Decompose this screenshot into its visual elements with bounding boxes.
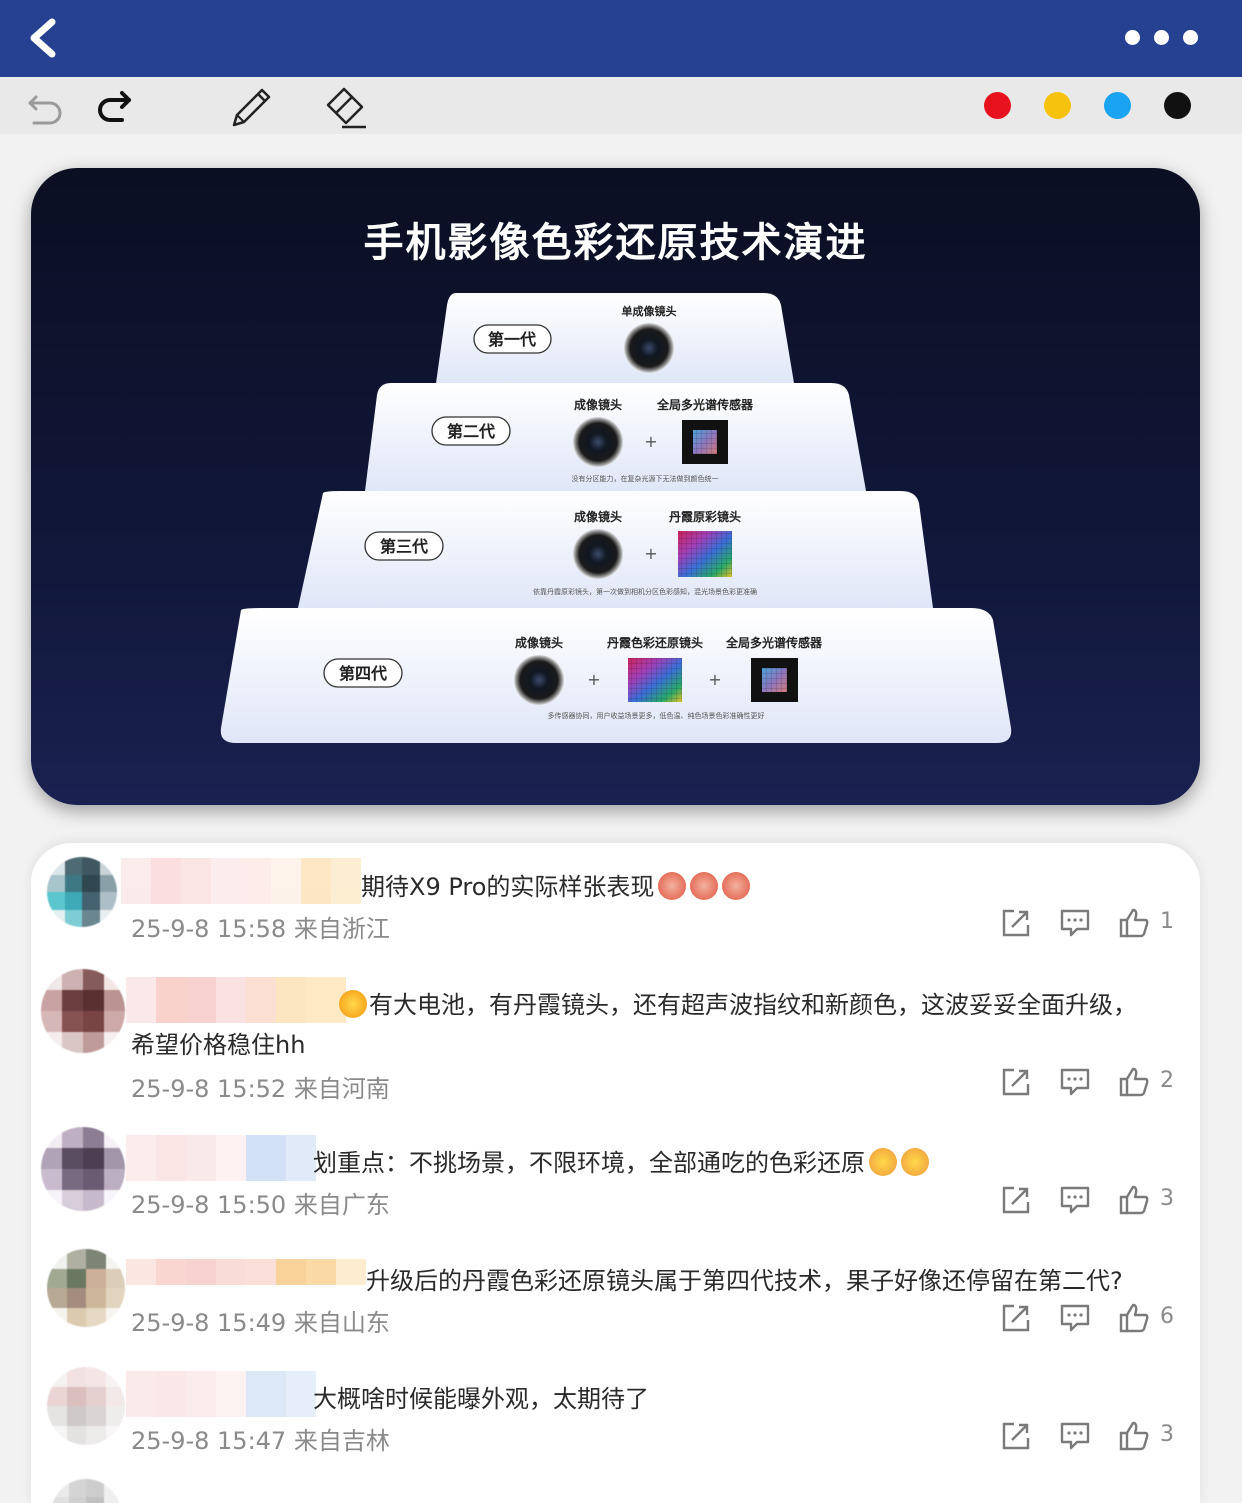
eraser-icon[interactable]: [322, 83, 368, 129]
avatar[interactable]: [47, 1249, 125, 1327]
svg-text:第一代: 第一代: [488, 330, 536, 349]
comment-time: 25-9-8 15:58: [131, 915, 287, 943]
camera-lens-icon: [624, 323, 674, 373]
pencil-icon[interactable]: [228, 83, 274, 129]
comment-location: 来自山东: [293, 1309, 390, 1337]
tier-label-1: 第一代: [473, 324, 552, 354]
comment-location: 来自河南: [293, 1075, 390, 1103]
share-icon[interactable]: [1000, 1302, 1032, 1334]
comment-text-continued: 希望价格稳住hh: [131, 1031, 306, 1059]
top-nav-bar: [0, 0, 1242, 77]
avatar[interactable]: [51, 1479, 121, 1503]
username-blurred[interactable]: [126, 977, 346, 1023]
comment-text: 大概啥时候能曝外观，太期待了: [313, 1385, 649, 1413]
tier-label-2: 第二代: [431, 416, 511, 446]
like-count: 1: [1160, 909, 1174, 934]
comment-text: 升级后的丹霞色彩还原镜头属于第四代技术，果子好像还停留在第二代?: [366, 1267, 1123, 1295]
svg-text:全局多光谱传感器: 全局多光谱传感器: [725, 635, 823, 650]
comment-text: 划重点：不挑场景，不限环境，全部通吃的色彩还原: [313, 1143, 929, 1178]
comment-text: 有大电池，有丹霞镜头，还有超声波指纹和新颜色，这波妥妥全面升级，: [339, 985, 1137, 1020]
username-blurred[interactable]: [126, 1259, 366, 1285]
share-icon[interactable]: [1000, 1420, 1032, 1452]
svg-text:成像镜头: 成像镜头: [515, 635, 563, 650]
thumbs-up-icon[interactable]: [1118, 907, 1150, 939]
color-blue-swatch[interactable]: [1104, 92, 1131, 119]
undo-icon[interactable]: [24, 83, 70, 129]
comment-reply-icon[interactable]: [1059, 1420, 1091, 1452]
like-count: 3: [1160, 1186, 1174, 1211]
comment-reply-icon[interactable]: [1059, 1302, 1091, 1334]
comment-reply-icon[interactable]: [1059, 1184, 1091, 1216]
svg-text:成像镜头: 成像镜头: [574, 397, 622, 412]
redo-icon[interactable]: [92, 83, 138, 129]
svg-text:成像镜头: 成像镜头: [574, 509, 622, 524]
comment-meta: 25-9-8 15:50 来自广东: [131, 1185, 390, 1220]
svg-text:第三代: 第三代: [380, 537, 428, 556]
share-icon[interactable]: [1000, 907, 1032, 939]
tech-pyramid-diagram: 第一代 第二代 第三代 第四代 单成像镜头 成像镜头 全局多光谱传感器 + 没有…: [220, 293, 1012, 743]
thumbs-up-icon[interactable]: [1118, 1420, 1150, 1452]
comment-text: 期待X9 Pro的实际样张表现: [361, 867, 751, 902]
tier-label-3: 第三代: [364, 531, 444, 561]
svg-text:第二代: 第二代: [447, 422, 495, 441]
comment-location: 来自浙江: [293, 915, 390, 943]
svg-text:丹霞色彩还原镜头: 丹霞色彩还原镜头: [607, 635, 703, 650]
svg-text:没有分区能力，在复杂光源下无法做到颜色统一: 没有分区能力，在复杂光源下无法做到颜色统一: [572, 474, 719, 483]
more-options-icon[interactable]: [1125, 30, 1198, 50]
share-icon[interactable]: [1000, 1184, 1032, 1216]
username-blurred[interactable]: [126, 1135, 316, 1181]
color-yellow-swatch[interactable]: [1044, 92, 1071, 119]
comments-panel: 期待X9 Pro的实际样张表现 25-9-8 15:58 来自浙江 有大电池，有…: [31, 843, 1200, 1503]
comment-meta: 25-9-8 15:58 来自浙江: [131, 909, 390, 944]
svg-text:第四代: 第四代: [339, 664, 387, 683]
comment-location: 来自吉林: [293, 1427, 390, 1455]
thumbs-up-icon[interactable]: [1118, 1184, 1150, 1216]
tier-label-4: 第四代: [323, 658, 403, 688]
svg-text:丹霞原彩镜头: 丹霞原彩镜头: [669, 509, 741, 524]
avatar[interactable]: [41, 1127, 125, 1211]
svg-text:+: +: [587, 670, 600, 689]
like-count: 6: [1160, 1304, 1174, 1329]
back-arrow-icon[interactable]: [22, 16, 66, 60]
svg-text:多传感器协同，用户收益场景更多，低色温、纯色场景色彩准确性更: 多传感器协同，用户收益场景更多，低色温、纯色场景色彩准确性更好: [548, 711, 765, 720]
username-blurred[interactable]: [126, 1371, 316, 1417]
thumbs-up-icon[interactable]: [1118, 1302, 1150, 1334]
color-black-swatch[interactable]: [1164, 92, 1191, 119]
avatar[interactable]: [41, 969, 125, 1053]
like-count: 3: [1160, 1422, 1174, 1447]
svg-text:+: +: [644, 544, 657, 563]
comment-meta: 25-9-8 15:47 来自吉林: [131, 1421, 390, 1456]
svg-text:依靠丹霞原彩镜头，第一次做到相机分区色彩感知，混光场景色彩更: 依靠丹霞原彩镜头，第一次做到相机分区色彩感知，混光场景色彩更准确: [533, 587, 757, 596]
comment-meta: 25-9-8 15:52 来自河南: [131, 1069, 390, 1104]
comment-meta: 25-9-8 15:49 来自山东: [131, 1303, 390, 1338]
camera-lens-icon: [514, 655, 564, 705]
camera-lens-icon: [573, 417, 623, 467]
comment-reply-icon[interactable]: [1059, 1066, 1091, 1098]
username-blurred[interactable]: [121, 858, 361, 904]
comment-time: 25-9-8 15:52: [131, 1075, 287, 1103]
share-icon[interactable]: [1000, 1066, 1032, 1098]
thumbs-up-icon[interactable]: [1118, 1066, 1150, 1098]
svg-text:全局多光谱传感器: 全局多光谱传感器: [656, 397, 754, 412]
comment-location: 来自广东: [293, 1191, 390, 1219]
comment-time: 25-9-8 15:49: [131, 1309, 287, 1337]
camera-lens-icon: [573, 529, 623, 579]
slide-image-card: 手机影像色彩还原技术演进 第一代 第二代 第三代 第四代 单成像镜头 成像镜头 …: [31, 168, 1200, 805]
color-red-swatch[interactable]: [984, 92, 1011, 119]
avatar[interactable]: [47, 857, 117, 927]
comment-reply-icon[interactable]: [1059, 907, 1091, 939]
svg-text:+: +: [708, 670, 721, 689]
comment-time: 25-9-8 15:47: [131, 1427, 287, 1455]
svg-text:+: +: [644, 432, 657, 451]
avatar[interactable]: [47, 1367, 125, 1445]
comment-time: 25-9-8 15:50: [131, 1191, 287, 1219]
like-count: 2: [1160, 1068, 1174, 1093]
svg-text:单成像镜头: 单成像镜头: [622, 304, 677, 318]
